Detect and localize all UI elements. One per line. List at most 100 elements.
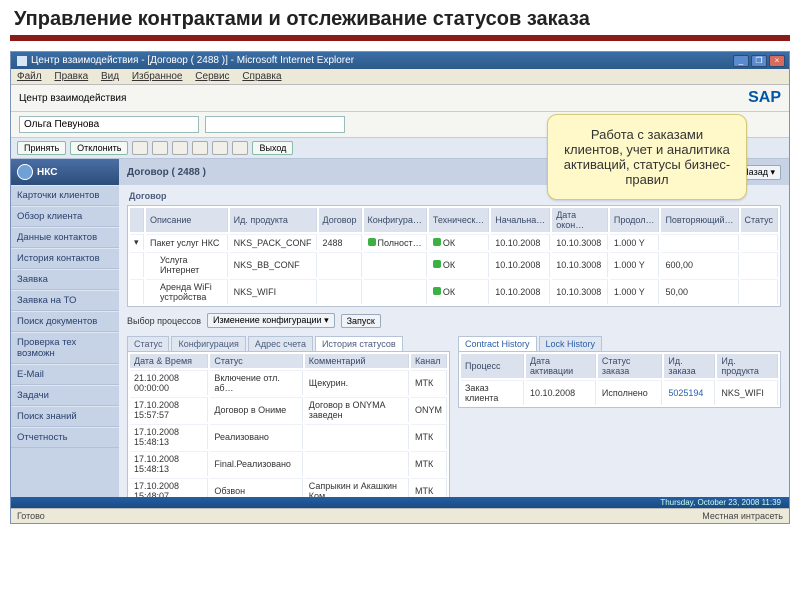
cell [661, 234, 738, 250]
table-row[interactable]: Услуга Интернет NKS_BB_CONF ОК 10.10.200… [130, 252, 778, 277]
cell: ОК [443, 287, 455, 297]
menu-service[interactable]: Сервис [195, 71, 229, 82]
tab-history[interactable]: История статусов [315, 336, 403, 351]
table-row[interactable]: Аренда WiFi устройства NKS_WIFI ОК 10.10… [130, 279, 778, 304]
table-row[interactable]: Заказ клиента 10.10.2008 Исполнено 50251… [461, 380, 778, 405]
col-status[interactable]: Статус [741, 208, 778, 232]
table-row[interactable]: ▾ Пакет услуг НКС NKS_PACK_CONF 2488 Пол… [130, 234, 778, 250]
hcol-dt[interactable]: Дата & Время [130, 354, 208, 368]
accept-button[interactable]: Принять [17, 141, 66, 155]
content-area: Договор Описание Ид. продукта Договор Ко… [119, 185, 789, 497]
table-row[interactable]: 17.10.2008 15:48:13Final.РеализованоМТК [130, 451, 447, 476]
sidebar-item[interactable]: Данные контактов [11, 227, 119, 248]
menu-fav[interactable]: Избранное [132, 71, 183, 82]
cell: 2488 [319, 234, 362, 250]
menu-edit[interactable]: Правка [54, 71, 88, 82]
sidebar-item[interactable]: Заявка [11, 269, 119, 290]
sidebar-item[interactable]: Отчетность [11, 427, 119, 448]
close-button[interactable]: × [769, 55, 785, 67]
hcol-comment[interactable]: Комментарий [305, 354, 409, 368]
sidebar-item[interactable]: Поиск документов [11, 311, 119, 332]
table-row[interactable]: 17.10.2008 15:57:57Договор в ОнимеДогово… [130, 397, 447, 422]
rcol-oid[interactable]: Ид. заказа [664, 354, 715, 378]
callout-note: Работа с заказами клиентов, учет и анали… [547, 114, 747, 200]
sidebar-item[interactable]: Обзор клиента [11, 206, 119, 227]
menu-file[interactable]: Файл [17, 71, 42, 82]
tool-icon-1[interactable] [132, 141, 148, 155]
status-dot-icon [433, 238, 441, 246]
order-table: Процесс Дата активации Статус заказа Ид.… [458, 351, 781, 408]
contract-table: Описание Ид. продукта Договор Конфигура…… [127, 205, 781, 307]
minimize-button[interactable]: _ [733, 55, 749, 67]
top-header: Центр взаимодействия SAP [11, 85, 789, 112]
history-table: Дата & Время Статус Комментарий Канал 21… [127, 351, 450, 497]
col-rec[interactable]: Повторяющий… [661, 208, 738, 232]
menubar: Файл Правка Вид Избранное Сервис Справка [11, 69, 789, 85]
tab-status[interactable]: Статус [127, 336, 169, 351]
main-columns: Карточки клиентов Обзор клиента Данные к… [11, 185, 789, 497]
ie-icon [17, 56, 27, 66]
rcol-ost[interactable]: Статус заказа [598, 354, 662, 378]
sidebar-item[interactable]: Поиск знаний [11, 406, 119, 427]
menu-help[interactable]: Справка [242, 71, 281, 82]
col-cfg[interactable]: Конфигура… [364, 208, 427, 232]
sidebar-item[interactable]: Карточки клиентов [11, 185, 119, 206]
col-start[interactable]: Начальна… [491, 208, 550, 232]
cell [741, 234, 778, 250]
tool-icon-6[interactable] [232, 141, 248, 155]
maximize-button[interactable]: ❐ [751, 55, 767, 67]
col-doc[interactable]: Договор [319, 208, 362, 232]
tool-icon-5[interactable] [212, 141, 228, 155]
ie-statusbar: Готово Местная интрасеть [11, 508, 789, 523]
sidebar-item[interactable]: Заявка на ТО [11, 290, 119, 311]
sidebar-item[interactable]: E-Mail [11, 364, 119, 385]
col-dur[interactable]: Продол… [610, 208, 660, 232]
col-tech[interactable]: Техническ… [429, 208, 489, 232]
tab-config[interactable]: Конфигурация [171, 336, 245, 351]
app-footer-date: Thursday, October 23, 2008 11:39 [11, 497, 789, 508]
hcol-ch[interactable]: Канал [411, 354, 447, 368]
brand-logo-icon [17, 164, 33, 180]
user-name-input[interactable] [19, 116, 199, 133]
tool-icon-4[interactable] [192, 141, 208, 155]
cell: NKS_WIFI [230, 279, 317, 304]
cell: 1.000 Y [610, 252, 660, 277]
table-row[interactable]: 17.10.2008 15:48:07ОбзвонСапрыкин и Акаш… [130, 478, 447, 497]
run-button[interactable]: Запуск [341, 314, 381, 328]
reject-button[interactable]: Отклонить [70, 141, 128, 155]
app-label: Центр взаимодействия [19, 93, 126, 104]
sap-logo: SAP [748, 89, 781, 107]
change-config-button[interactable]: Изменение конфигурации ▾ [207, 313, 335, 328]
tab-lock-history[interactable]: Lock History [539, 336, 603, 351]
table-row[interactable]: 17.10.2008 15:48:13РеализованоМТК [130, 424, 447, 449]
hcol-status[interactable]: Статус [210, 354, 302, 368]
cell: ОК [443, 260, 455, 270]
sidebar-item[interactable]: Проверка тех возможн [11, 332, 119, 364]
status-dot-icon [433, 287, 441, 295]
process-label: Выбор процессов [127, 316, 201, 326]
cell: NKS_PACK_CONF [230, 234, 317, 250]
search-input[interactable] [205, 116, 345, 133]
cell: Аренда WiFi устройства [146, 279, 228, 304]
table-row[interactable]: 21.10.2008 00:00:00Включение отл. аб…Щек… [130, 370, 447, 395]
rcol-pid[interactable]: Ид. продукта [717, 354, 778, 378]
exit-button[interactable]: Выход [252, 141, 293, 155]
tool-icon-2[interactable] [152, 141, 168, 155]
page-title: Договор ( 2488 ) [127, 167, 206, 178]
col-prod[interactable]: Ид. продукта [230, 208, 317, 232]
accent-bar [10, 35, 790, 41]
col-desc[interactable]: Описание [146, 208, 228, 232]
tool-icon-3[interactable] [172, 141, 188, 155]
sidebar: Карточки клиентов Обзор клиента Данные к… [11, 185, 119, 497]
brand-text: НКС [37, 167, 57, 178]
rcol-proc[interactable]: Процесс [461, 354, 524, 378]
sidebar-item[interactable]: Задачи [11, 385, 119, 406]
rcol-act[interactable]: Дата активации [526, 354, 596, 378]
sidebar-item[interactable]: История контактов [11, 248, 119, 269]
menu-view[interactable]: Вид [101, 71, 119, 82]
cell: 1.000 Y [610, 279, 660, 304]
tab-address[interactable]: Адрес счета [248, 336, 313, 351]
cell: Пакет услуг НКС [146, 234, 228, 250]
tab-contract-history[interactable]: Contract History [458, 336, 537, 351]
col-end[interactable]: Дата окон… [552, 208, 608, 232]
